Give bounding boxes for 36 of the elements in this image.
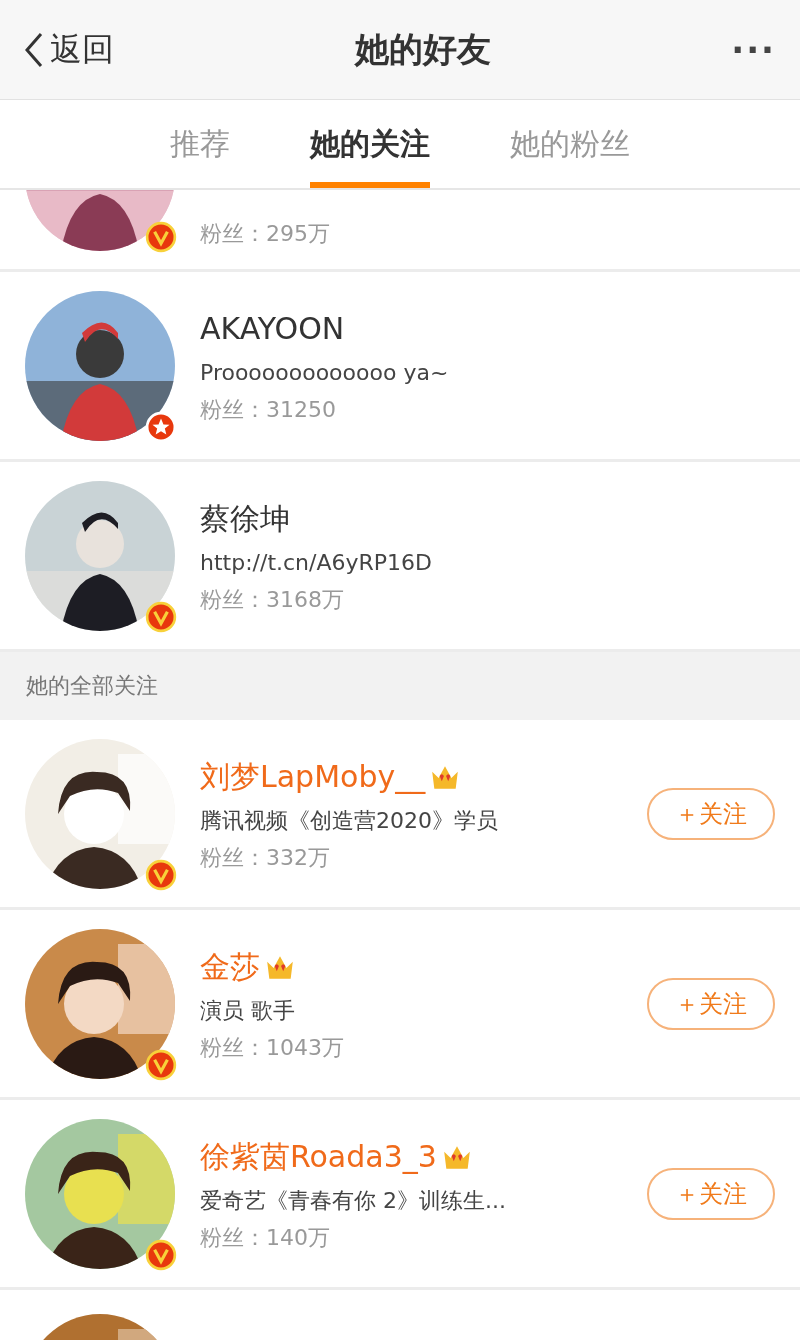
- user-name: 刘梦LapMoby__: [200, 757, 426, 796]
- star-badge-icon: [145, 410, 177, 443]
- user-row[interactable]: 蔡徐坤 http://t.cn/A6yRP16D 粉丝：3168万: [0, 462, 800, 652]
- user-name: AKAYOON: [200, 309, 346, 348]
- follower-count: 粉丝：140万: [200, 1223, 331, 1252]
- verified-badge-icon: [145, 1048, 177, 1081]
- follow-button[interactable]: ＋关注: [647, 1167, 775, 1220]
- follow-button[interactable]: ＋关注: [647, 977, 775, 1030]
- section-header: 她的全部关注: [0, 652, 800, 720]
- follower-count: 粉丝：332万: [200, 843, 331, 872]
- tab[interactable]: 她的粉丝: [510, 100, 630, 188]
- follower-count: 粉丝：31250: [200, 395, 337, 424]
- user-bio: 演员 歌手: [200, 996, 296, 1025]
- user-name: 金莎: [200, 947, 260, 986]
- user-row[interactable]: AKAYOON Prooooooooooooo ya~ 粉丝：31250: [0, 272, 800, 462]
- user-name: 徐紫茵Roada3_3: [200, 1137, 437, 1176]
- back-icon: [24, 31, 44, 68]
- tab[interactable]: 推荐: [170, 100, 230, 188]
- more-button[interactable]: ···: [731, 29, 776, 70]
- user-bio: http://t.cn/A6yRP16D: [200, 548, 434, 577]
- verified-badge-icon: [145, 600, 177, 633]
- follower-count: 粉丝：3168万: [200, 585, 345, 614]
- user-bio: 腾讯视频《创造营2020》学员: [200, 806, 499, 835]
- follower-count: 粉丝：295万: [200, 220, 331, 248]
- tab[interactable]: 她的关注: [310, 100, 430, 188]
- follow-button[interactable]: ＋关注: [647, 787, 775, 840]
- page-title: 她的好友: [354, 27, 491, 71]
- follower-count: 粉丝：1043万: [200, 1033, 345, 1062]
- verified-badge-icon: [145, 858, 177, 891]
- user-bio: Prooooooooooooo ya~: [200, 358, 450, 387]
- verified-badge-icon: [145, 221, 177, 253]
- user-row[interactable]: 粉丝：295万: [0, 190, 800, 272]
- user-bio: 爱奇艺《青春有你 2》训练生...: [200, 1186, 507, 1215]
- verified-badge-icon: [145, 1238, 177, 1271]
- back-button[interactable]: 返回: [24, 27, 114, 72]
- user-name: 蔡徐坤: [200, 499, 291, 538]
